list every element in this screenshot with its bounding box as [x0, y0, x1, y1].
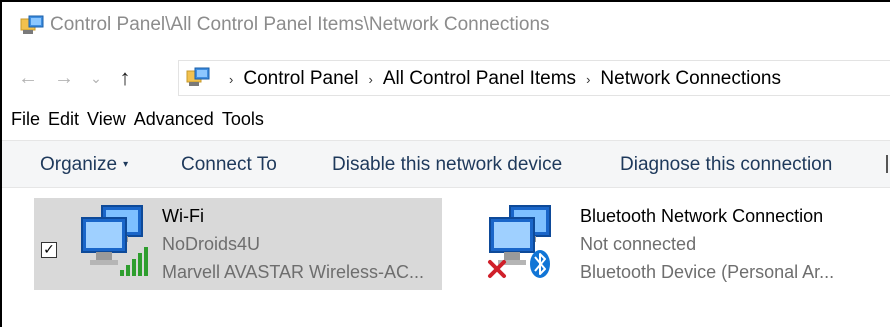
network-folder-icon	[186, 67, 210, 86]
connection-name: Wi-Fi	[162, 206, 204, 226]
menu-bar: File Edit View Advanced Tools	[2, 109, 890, 137]
breadcrumb-separator-icon[interactable]: ›	[229, 72, 233, 87]
menu-edit[interactable]: Edit	[48, 109, 79, 137]
breadcrumb-item-network-connections[interactable]: Network Connections	[600, 68, 781, 90]
connection-status: Not connected	[580, 234, 697, 254]
disconnected-x-icon	[488, 260, 506, 278]
window-title: Control Panel\All Control Panel Items\Ne…	[50, 14, 550, 35]
chevron-down-icon: ▾	[123, 159, 129, 170]
menu-advanced[interactable]: Advanced	[134, 109, 214, 137]
command-overflow-edge	[886, 155, 888, 173]
organize-label: Organize	[40, 154, 118, 175]
connection-status: NoDroids4U	[162, 234, 261, 254]
menu-tools[interactable]: Tools	[222, 109, 264, 137]
connection-item-wifi[interactable]: ✓ Wi-Fi NoDroids4U Marvell AVASTAR Wirel…	[34, 198, 442, 290]
breadcrumb: › Control Panel › All Control Panel Item…	[219, 68, 781, 90]
address-bar[interactable]: › Control Panel › All Control Panel Item…	[178, 60, 890, 96]
connect-to-button[interactable]: Connect To	[181, 154, 277, 176]
recent-locations-button[interactable]: ⌄	[86, 64, 106, 92]
breadcrumb-item-all-items[interactable]: All Control Panel Items	[383, 68, 576, 90]
breadcrumb-item-control-panel[interactable]: Control Panel	[243, 68, 358, 90]
menu-view[interactable]: View	[87, 109, 126, 137]
bluetooth-badge-icon	[530, 250, 550, 278]
item-checkbox[interactable]: ✓	[41, 242, 57, 258]
navigation-bar: ← → ⌄ ↑ › Control Panel › All Control Pa…	[2, 58, 890, 98]
title-bar: Control Panel\All Control Panel Items\Ne…	[2, 2, 890, 52]
breadcrumb-separator-icon[interactable]: ›	[586, 72, 590, 87]
forward-button[interactable]: →	[52, 64, 76, 92]
bluetooth-network-icon	[488, 205, 551, 278]
network-folder-icon	[20, 15, 44, 34]
disable-device-button[interactable]: Disable this network device	[332, 154, 562, 176]
up-button[interactable]: ↑	[113, 64, 137, 92]
menu-file[interactable]: File	[11, 109, 40, 137]
wifi-network-icon	[81, 205, 148, 276]
command-bar: Organize ▾ Connect To Disable this networ…	[2, 140, 890, 188]
back-button[interactable]: ←	[16, 64, 40, 92]
connection-item-bluetooth[interactable]: Bluetooth Network Connection Not connect…	[476, 198, 876, 290]
explorer-window: Control Panel\All Control Panel Items\Ne…	[0, 0, 890, 327]
organize-button[interactable]: Organize ▾	[40, 154, 128, 176]
connection-device: Marvell AVASTAR Wireless-AC...	[162, 262, 425, 282]
connection-text: Wi-Fi NoDroids4U Marvell AVASTAR Wireles…	[162, 202, 424, 286]
breadcrumb-separator-icon[interactable]: ›	[368, 72, 372, 87]
connection-text: Bluetooth Network Connection Not connect…	[580, 202, 834, 286]
connections-list: ✓ Wi-Fi NoDroids4U Marvell AVASTAR Wirel…	[2, 190, 890, 327]
diagnose-connection-button[interactable]: Diagnose this connection	[620, 154, 832, 176]
connection-device: Bluetooth Device (Personal Ar...	[580, 262, 835, 282]
connection-name: Bluetooth Network Connection	[580, 206, 824, 226]
